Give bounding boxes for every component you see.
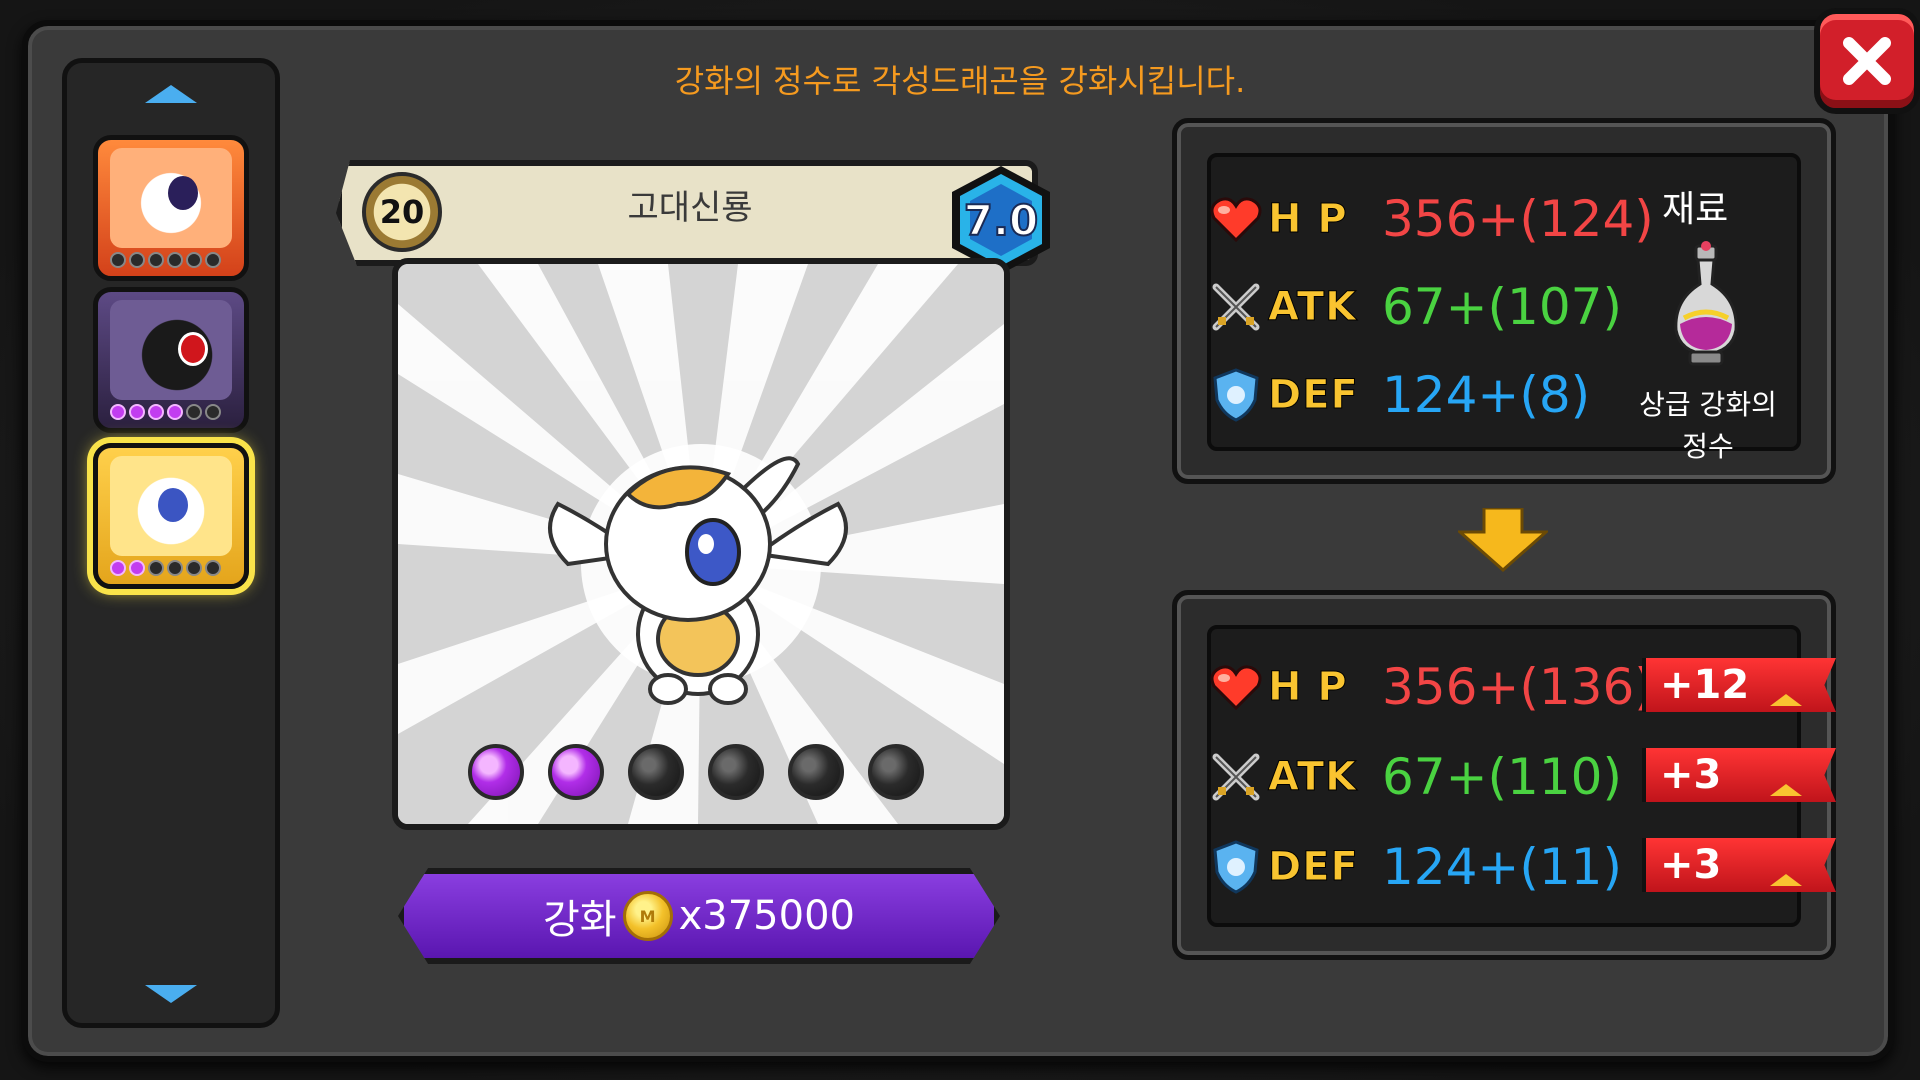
grade-value: 7.0: [963, 195, 1039, 246]
shield-icon: [1208, 367, 1264, 423]
star-dots: [110, 252, 221, 268]
close-icon: [1843, 37, 1891, 85]
material-title: 재료: [1662, 189, 1729, 230]
gem-empty: [788, 744, 844, 800]
increase-arrow-icon: [1770, 694, 1802, 706]
hp-bonus: +12: [1660, 662, 1750, 708]
crossed-swords-icon: [1208, 279, 1264, 335]
roster-slot-1[interactable]: [93, 135, 249, 281]
dragon-card: [392, 258, 1010, 830]
dragon-eye: [158, 488, 188, 522]
atk-bonus: +3: [1660, 752, 1722, 798]
gem-filled: [468, 744, 524, 800]
dragon-eye: [168, 176, 198, 210]
def-value: 124+(11): [1382, 838, 1622, 896]
essence-potion-icon: [1674, 241, 1738, 366]
arrow-down-icon: [1458, 508, 1548, 572]
heart-icon: [1208, 659, 1264, 715]
def-value: 124+(8): [1382, 366, 1591, 424]
shield-icon: [1208, 839, 1264, 895]
heart-icon: [1208, 191, 1264, 247]
increase-arrow-icon: [1770, 784, 1802, 796]
atk-value: 67+(107): [1382, 278, 1622, 336]
roster-slot-2[interactable]: [93, 287, 249, 433]
close-button[interactable]: [1814, 8, 1920, 114]
atk-label: ATK: [1268, 284, 1358, 331]
result-row-hp: H P 356+(136): [1208, 652, 1654, 722]
awakening-gems: [468, 744, 924, 800]
hp-label: H P: [1268, 196, 1348, 243]
hp-bonus-tag: +12: [1642, 658, 1836, 712]
gem-empty: [868, 744, 924, 800]
dragon-eye: [178, 332, 208, 366]
atk-label: ATK: [1268, 754, 1358, 801]
gem-empty: [628, 744, 684, 800]
gem-filled: [548, 744, 604, 800]
material-name: 상급 강화의 정수: [1639, 388, 1777, 463]
stat-row-hp: H P 356+(124): [1208, 184, 1654, 254]
def-label: DEF: [1268, 372, 1359, 419]
star-dots: [110, 560, 221, 576]
upgrade-button[interactable]: 강화 M x375000: [398, 868, 1000, 964]
instruction-text: 강화의 정수로 각성드래곤을 강화시킵니다.: [674, 62, 1246, 100]
atk-value: 67+(110): [1382, 748, 1622, 806]
increase-arrow-icon: [1770, 874, 1802, 886]
def-bonus-tag: +3: [1642, 838, 1836, 892]
upgrade-cost: x375000: [678, 893, 855, 939]
dragon-portrait: [110, 300, 232, 400]
result-row-atk: ATK 67+(110): [1208, 742, 1622, 812]
crossed-swords-icon: [1208, 749, 1264, 805]
hp-value: 356+(136): [1382, 658, 1654, 716]
level-badge: 20: [362, 172, 442, 252]
stat-row-def: DEF 124+(8): [1208, 360, 1590, 430]
hp-value: 356+(124): [1382, 190, 1654, 248]
roster-slot-3-selected[interactable]: [93, 443, 249, 589]
dragon-illustration: [548, 456, 848, 705]
upgrade-label: 강화: [543, 897, 617, 943]
dragon-roster: [62, 58, 280, 1028]
def-bonus: +3: [1660, 842, 1722, 888]
result-row-def: DEF 124+(11): [1208, 832, 1622, 902]
dragon-name: 고대신룡: [627, 188, 753, 228]
gold-coin-icon: M: [622, 891, 673, 941]
star-dots: [110, 404, 221, 420]
stat-row-atk: ATK 67+(107): [1208, 272, 1622, 342]
scroll-down-arrow-icon[interactable]: [145, 985, 197, 1003]
def-label: DEF: [1268, 844, 1359, 891]
hp-label: H P: [1268, 664, 1348, 711]
atk-bonus-tag: +3: [1642, 748, 1836, 802]
scroll-up-arrow-icon[interactable]: [145, 85, 197, 103]
gem-empty: [708, 744, 764, 800]
